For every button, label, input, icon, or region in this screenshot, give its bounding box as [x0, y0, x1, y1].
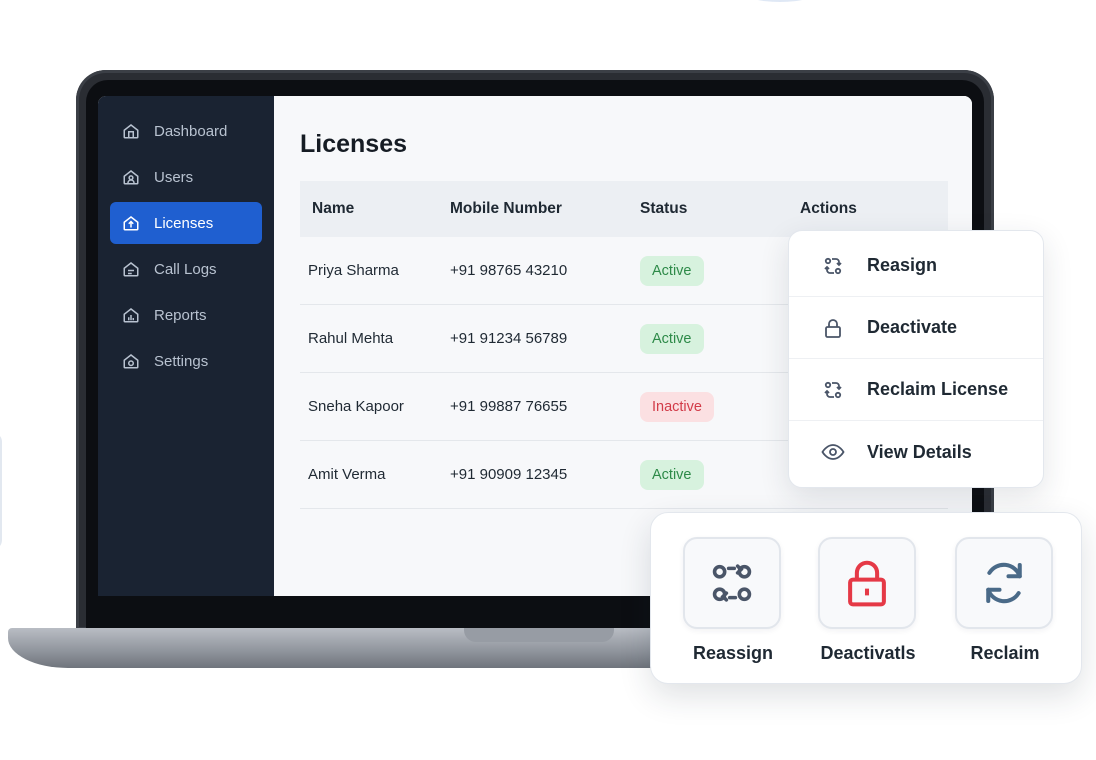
reassign-card-box[interactable]: [683, 537, 781, 629]
menu-item-reclaim-license[interactable]: Reclaim License: [789, 359, 1043, 421]
cell-name: Priya Sharma: [308, 262, 399, 279]
status-badge: Active: [640, 323, 704, 354]
laptop-notch: [464, 628, 614, 642]
sidebar-item-label: Users: [154, 168, 194, 186]
column-header-name: Name: [312, 200, 355, 217]
menu-item-deactivate[interactable]: Deactivate: [789, 297, 1043, 359]
sidebar-item-dashboard[interactable]: Dashboard: [110, 110, 262, 152]
reclaim-card-label: Reclaim: [970, 643, 1040, 663]
cell-name: Rahul Mehta: [308, 330, 394, 347]
deactivate-card-label: Deactivatls: [820, 643, 916, 663]
menu-item-label: View Details: [867, 441, 972, 462]
table-header: Name Mobile Number Status Actions: [300, 181, 948, 237]
page-title: Licenses: [300, 130, 408, 158]
sidebar-item-label: Settings: [154, 352, 209, 370]
cell-name: Amit Verma: [308, 466, 386, 483]
lock-icon: [821, 316, 845, 340]
cell-mobile: +91 91234 56789: [450, 330, 568, 347]
column-header-mobile: Mobile Number: [450, 200, 562, 217]
call-logs-icon: [122, 260, 140, 278]
column-header-actions: Actions: [800, 200, 857, 217]
action-cards-panel: Reassign Deactivatls Reclaim: [650, 512, 1082, 684]
settings-icon: [122, 352, 140, 370]
reclaim-card[interactable]: Reclaim: [955, 537, 1055, 664]
sidebar-item-licenses[interactable]: Licenses: [110, 202, 262, 244]
menu-item-view-details[interactable]: View Details: [789, 421, 1043, 483]
status-badge: Active: [640, 255, 704, 286]
reassign-icon: [821, 254, 845, 278]
sidebar: Dashboard Users Licenses Call Logs Repor…: [98, 96, 274, 596]
sidebar-item-users[interactable]: Users: [110, 156, 262, 198]
sidebar-item-reports[interactable]: Reports: [110, 294, 262, 336]
menu-item-label: Deactivate: [867, 317, 958, 337]
sidebar-item-label: Call Logs: [154, 260, 217, 278]
reassign-card-label: Reassign: [692, 643, 774, 663]
column-header-status: Status: [640, 200, 688, 217]
refresh-icon: [986, 562, 1022, 604]
menu-item-label: Reasign: [867, 255, 938, 275]
users-icon: [122, 168, 140, 186]
sidebar-item-label: Reports: [154, 306, 207, 324]
cell-mobile: +91 98765 43210: [450, 262, 568, 279]
sidebar-item-settings[interactable]: Settings: [110, 340, 262, 382]
decorative-card-edge: [0, 432, 2, 550]
reports-icon: [122, 306, 140, 324]
decorative-blob: [740, 0, 820, 2]
deactivate-card[interactable]: Deactivatls: [818, 537, 918, 664]
license-icon: [122, 214, 140, 232]
sidebar-item-label: Dashboard: [154, 122, 228, 140]
reassign-icon: [712, 564, 752, 602]
reassign-card[interactable]: Reassign: [683, 537, 783, 664]
cell-name: Sneha Kapoor: [308, 398, 404, 415]
actions-menu: Reasign Deactivate Reclaim License View …: [788, 230, 1044, 488]
home-icon: [122, 122, 140, 140]
status-badge: Inactive: [640, 391, 714, 422]
menu-item-reassign[interactable]: Reasign: [789, 235, 1043, 297]
sidebar-item-label: Licenses: [154, 214, 214, 232]
eye-icon: [821, 440, 845, 464]
deactivate-card-box[interactable]: [818, 537, 916, 629]
sidebar-item-call-logs[interactable]: Call Logs: [110, 248, 262, 290]
status-badge: Active: [640, 459, 704, 490]
cell-mobile: +91 90909 12345: [450, 466, 568, 483]
menu-item-label: Reclaim License: [867, 379, 1009, 399]
cell-mobile: +91 99887 76655: [450, 398, 568, 415]
reclaim-icon: [821, 378, 845, 402]
reclaim-card-box[interactable]: [955, 537, 1053, 629]
lock-icon: [848, 560, 886, 607]
